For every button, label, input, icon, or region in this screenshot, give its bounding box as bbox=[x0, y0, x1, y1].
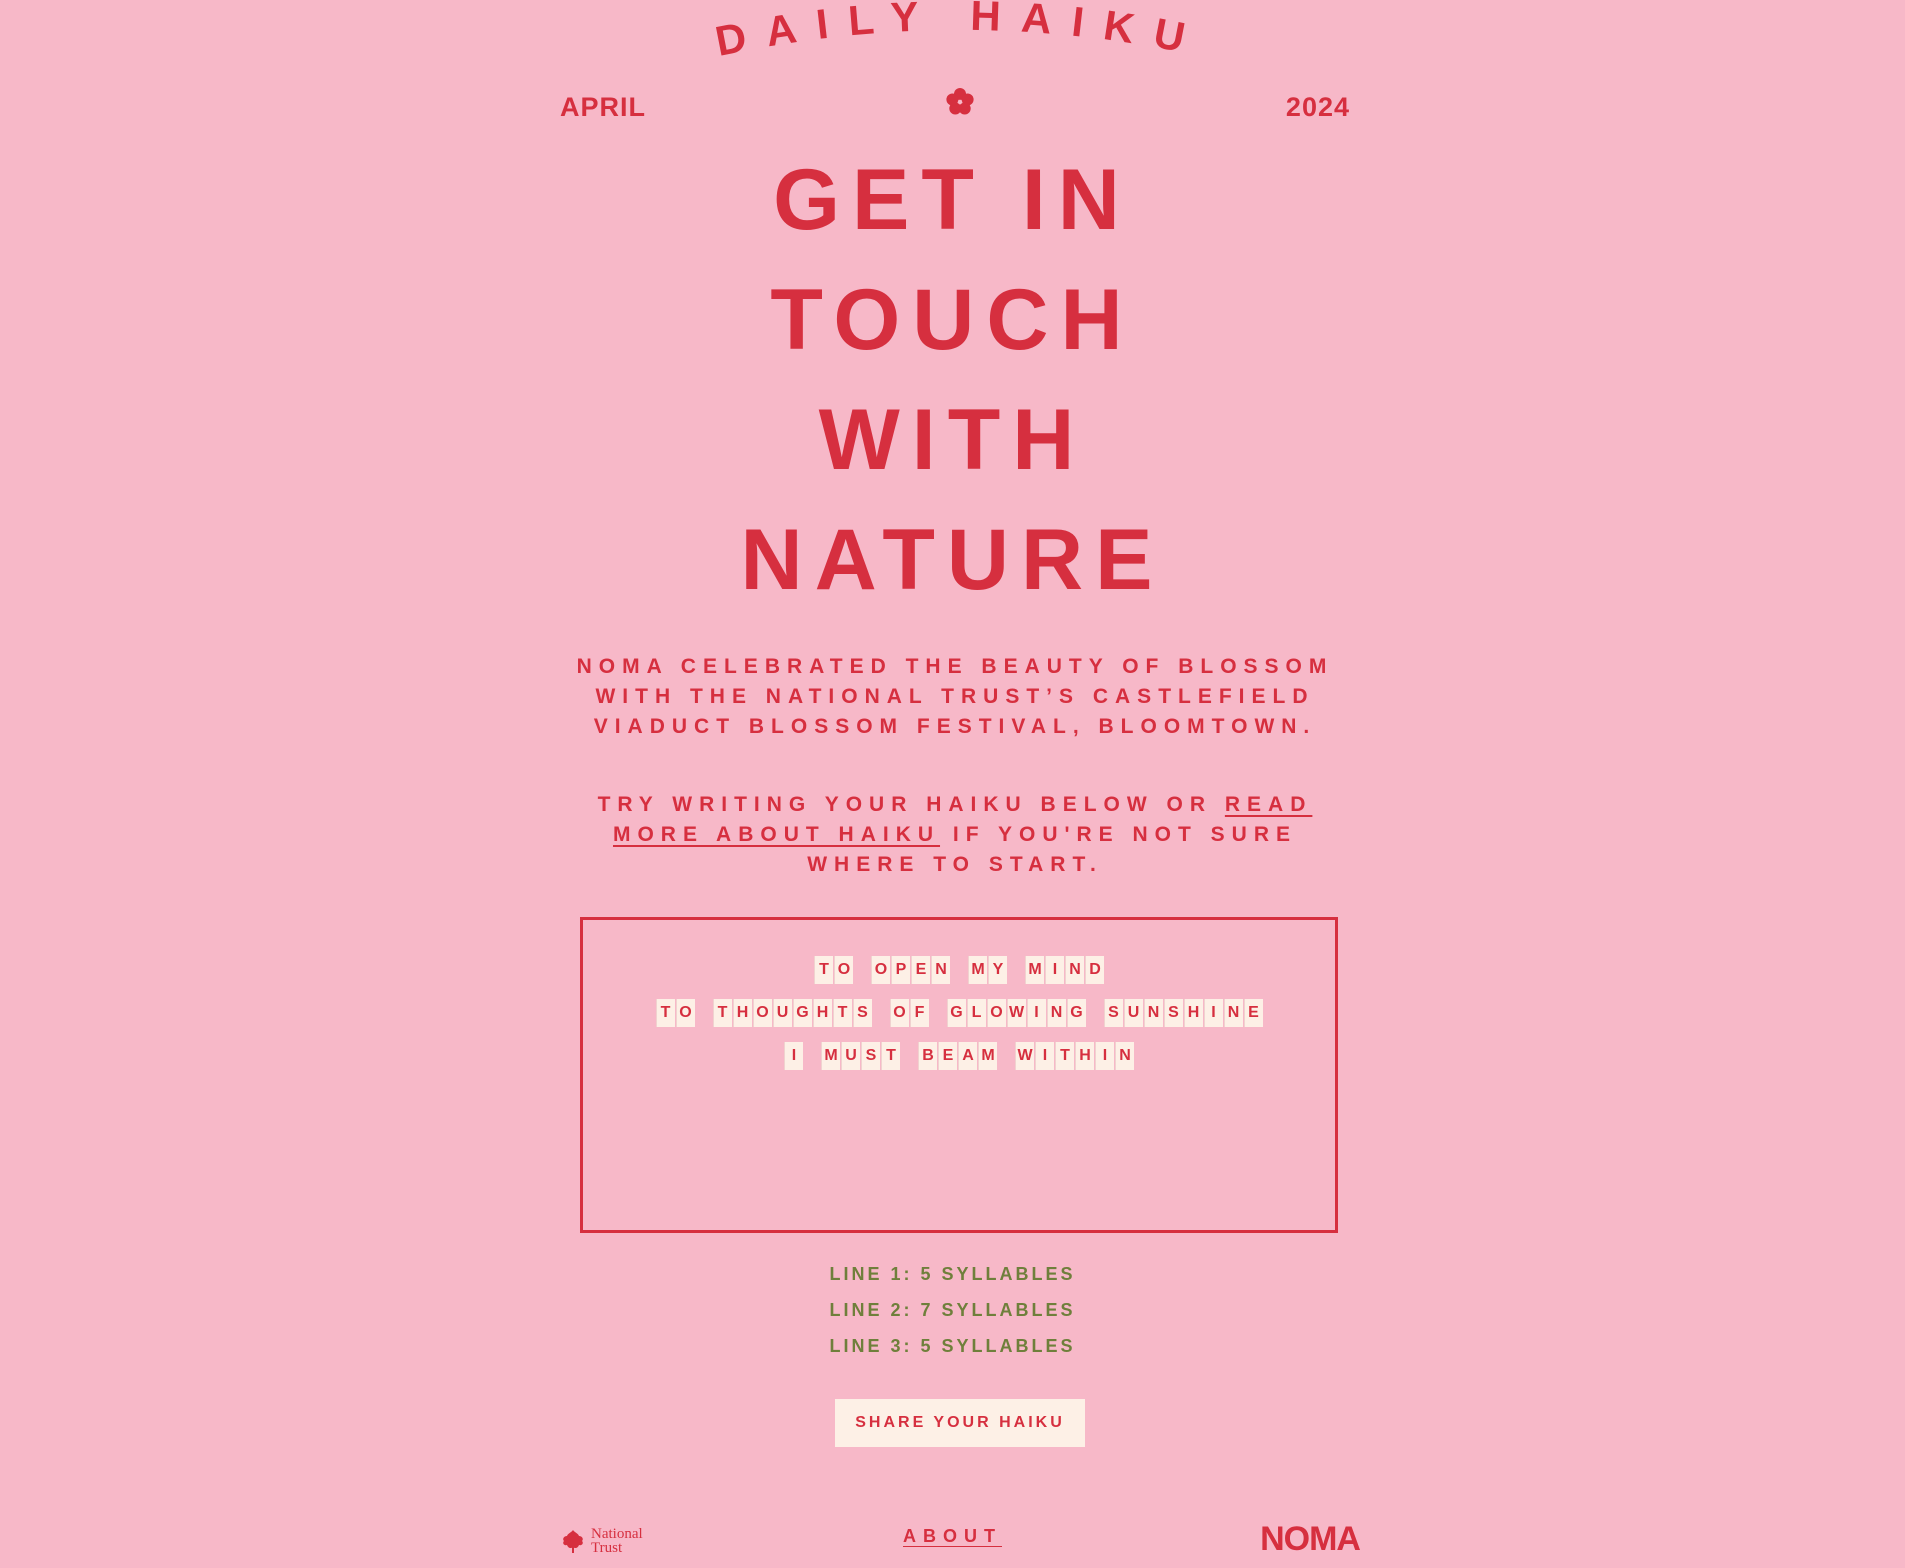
letter-tile: T bbox=[881, 1042, 900, 1070]
headline-line: TOUCH bbox=[770, 272, 1135, 368]
letter-tile: N bbox=[1046, 999, 1066, 1027]
letter-tile: N bbox=[1115, 1042, 1134, 1070]
letter-tile: I bbox=[1203, 999, 1223, 1027]
letter-tile: W bbox=[1006, 999, 1026, 1027]
letter-tile: M bbox=[968, 956, 987, 984]
letter-tile: S bbox=[861, 1042, 880, 1070]
page: DAILY HAIKU APRIL 2024 GET IN TOUCH WITH… bbox=[0, 0, 1905, 1568]
haiku-line: IMUSTBEAMWITHIN bbox=[583, 1042, 1335, 1072]
letter-tile: S bbox=[1103, 999, 1123, 1027]
letter-tile: U bbox=[772, 999, 792, 1027]
haiku-word: TO bbox=[814, 956, 853, 986]
letter-tile: L bbox=[966, 999, 986, 1027]
letter-tile: T bbox=[712, 999, 732, 1027]
letter-tile: O bbox=[752, 999, 772, 1027]
haiku-word: MIND bbox=[1025, 956, 1104, 986]
letter-tile: A bbox=[958, 1042, 977, 1070]
letter-tile: N bbox=[1065, 956, 1084, 984]
letter-tile: M bbox=[978, 1042, 997, 1070]
headline-line: GET IN bbox=[773, 152, 1132, 248]
letter-tile: G bbox=[792, 999, 812, 1027]
letter-tile: N bbox=[1143, 999, 1163, 1027]
flower-icon bbox=[946, 88, 974, 115]
haiku-word: BEAM bbox=[918, 1042, 997, 1072]
daily-haiku-title: DAILY HAIKU bbox=[712, 0, 1209, 65]
year-label: 2024 bbox=[1285, 92, 1350, 122]
letter-tile: B bbox=[918, 1042, 937, 1070]
letter-tile: Y bbox=[988, 956, 1007, 984]
haiku-word: WITHIN bbox=[1015, 1042, 1134, 1072]
noma-logo[interactable]: NOMA bbox=[1260, 1520, 1361, 1559]
letter-tile: S bbox=[852, 999, 872, 1027]
letter-tile: E bbox=[911, 956, 930, 984]
haiku-word: THOUGHTS bbox=[712, 999, 872, 1029]
share-haiku-button[interactable]: SHARE YOUR HAIKU bbox=[835, 1399, 1085, 1447]
letter-tile: U bbox=[1123, 999, 1143, 1027]
footer-about: ABOUT bbox=[0, 1526, 1905, 1547]
letter-tile: I bbox=[1026, 999, 1046, 1027]
haiku-word: GLOWING bbox=[946, 999, 1086, 1029]
haiku-input-area[interactable]: TOOPENMYMINDTOTHOUGHTSOFGLOWINGSUNSHINEI… bbox=[580, 917, 1338, 1233]
prompt-text: TRY WRITING YOUR HAIKU BELOW OR READ MOR… bbox=[560, 790, 1350, 880]
letter-tile: G bbox=[946, 999, 966, 1027]
letter-tile: I bbox=[1045, 956, 1064, 984]
letter-tile: E bbox=[1243, 999, 1263, 1027]
headline-line: NATURE bbox=[740, 512, 1165, 608]
haiku-word: OPEN bbox=[871, 956, 950, 986]
letter-tile: F bbox=[909, 999, 929, 1027]
letter-tile: T bbox=[655, 999, 675, 1027]
headline: GET IN TOUCH WITH NATURE bbox=[0, 140, 1905, 620]
letter-tile: S bbox=[1163, 999, 1183, 1027]
letter-tile: O bbox=[889, 999, 909, 1027]
letter-tile: D bbox=[1085, 956, 1104, 984]
intro-text: NOMA CELEBRATED THE BEAUTY OF BLOSSOM WI… bbox=[576, 655, 1334, 738]
about-link[interactable]: ABOUT bbox=[903, 1526, 1002, 1546]
letter-tile: P bbox=[891, 956, 910, 984]
letter-tile: O bbox=[834, 956, 853, 984]
letter-tile: G bbox=[1066, 999, 1086, 1027]
letter-tile: H bbox=[1183, 999, 1203, 1027]
letter-tile: T bbox=[814, 956, 833, 984]
letter-tile: W bbox=[1015, 1042, 1034, 1070]
daily-haiku-title-text: DAILY HAIKU bbox=[712, 0, 1209, 65]
letter-tile: O bbox=[675, 999, 695, 1027]
rule-line-2: LINE 2: 7 SYLLABLES bbox=[829, 1300, 1076, 1320]
letter-tile: T bbox=[832, 999, 852, 1027]
haiku-word: I bbox=[784, 1042, 803, 1072]
letter-tile: H bbox=[812, 999, 832, 1027]
letter-tile: O bbox=[986, 999, 1006, 1027]
haiku-line: TOTHOUGHTSOFGLOWINGSUNSHINE bbox=[583, 999, 1335, 1029]
rule-line-1: LINE 1: 5 SYLLABLES bbox=[829, 1264, 1076, 1284]
haiku-word: SUNSHINE bbox=[1103, 999, 1263, 1029]
prompt-before: TRY WRITING YOUR HAIKU BELOW OR bbox=[597, 793, 1225, 816]
letter-tile: I bbox=[1035, 1042, 1054, 1070]
letter-tile: I bbox=[1095, 1042, 1114, 1070]
headline-line: WITH bbox=[818, 392, 1087, 488]
haiku-lines: TOOPENMYMINDTOTHOUGHTSOFGLOWINGSUNSHINEI… bbox=[583, 956, 1335, 1085]
letter-tile: N bbox=[1223, 999, 1243, 1027]
syllable-rules: LINE 1: 5 SYLLABLES LINE 2: 7 SYLLABLES … bbox=[0, 1256, 1905, 1364]
letter-tile: U bbox=[841, 1042, 860, 1070]
haiku-word: OF bbox=[889, 999, 929, 1029]
letter-tile: H bbox=[1075, 1042, 1094, 1070]
haiku-word: MUST bbox=[821, 1042, 900, 1072]
haiku-word: TO bbox=[655, 999, 695, 1029]
haiku-line: TOOPENMYMIND bbox=[583, 956, 1335, 986]
haiku-word: MY bbox=[968, 956, 1007, 986]
month-label: APRIL bbox=[560, 92, 646, 122]
letter-tile: M bbox=[821, 1042, 840, 1070]
letter-tile: M bbox=[1025, 956, 1044, 984]
rule-line-3: LINE 3: 5 SYLLABLES bbox=[829, 1336, 1076, 1356]
letter-tile: E bbox=[938, 1042, 957, 1070]
letter-tile: I bbox=[784, 1042, 803, 1070]
letter-tile: O bbox=[871, 956, 890, 984]
letter-tile: H bbox=[732, 999, 752, 1027]
letter-tile: N bbox=[931, 956, 950, 984]
letter-tile: T bbox=[1055, 1042, 1074, 1070]
